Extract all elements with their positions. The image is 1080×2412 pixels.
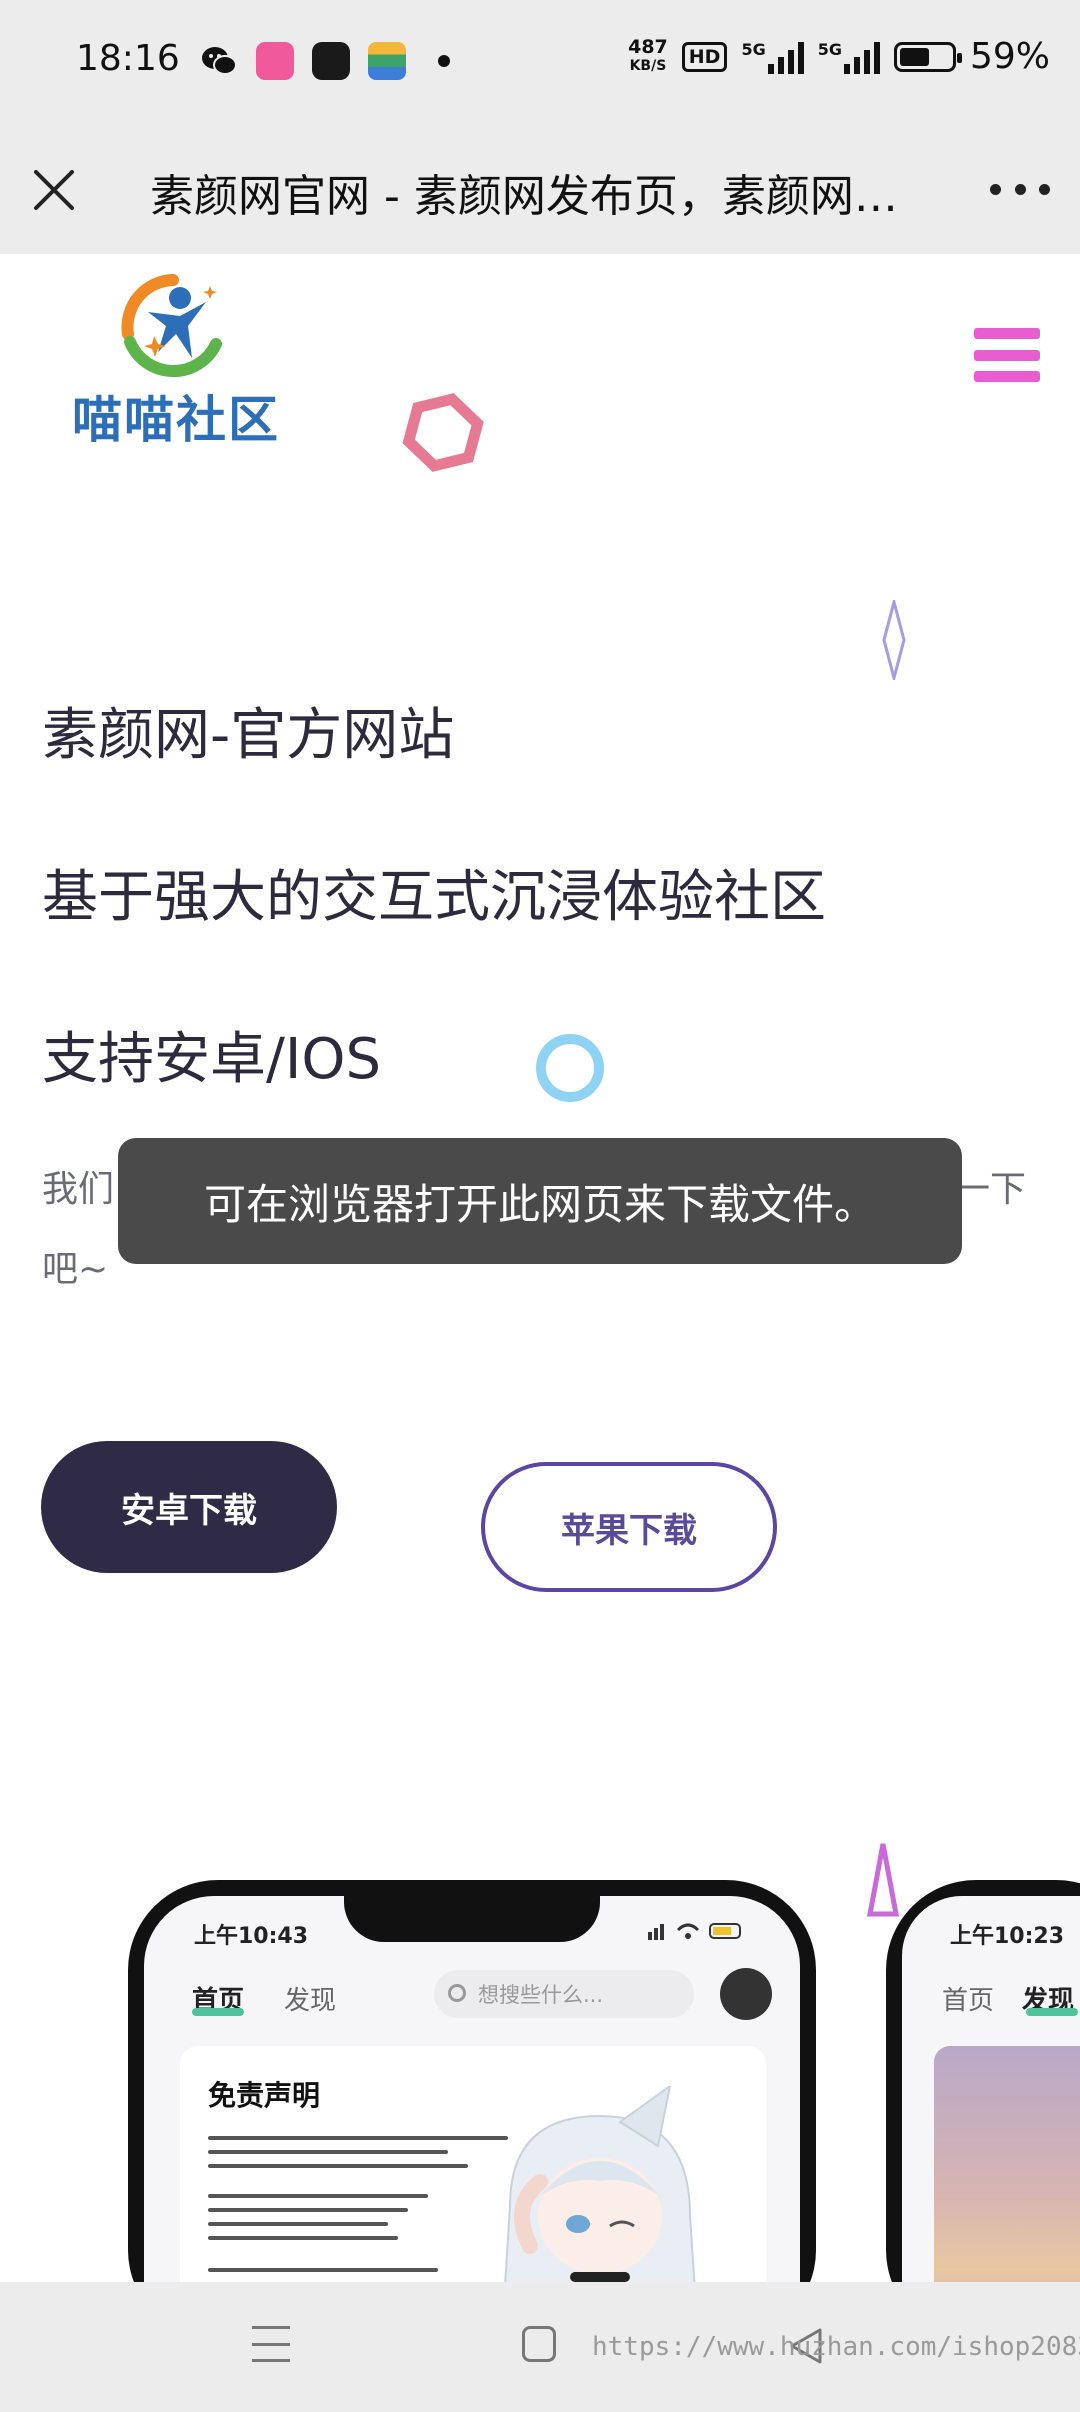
hero-title: 素颜网-官方网站 xyxy=(42,703,455,768)
phone-time: 上午10:23 xyxy=(950,1924,1065,1949)
wechat-icon xyxy=(202,47,237,75)
close-icon[interactable] xyxy=(28,164,80,216)
hexagon-decoration-icon xyxy=(402,393,484,472)
text-line xyxy=(208,2164,468,2168)
android-download-button[interactable]: 安卓下载 xyxy=(41,1441,337,1573)
text-line xyxy=(208,2268,438,2272)
battery-icon xyxy=(893,41,962,72)
status-right: 487 KB/S HD 5G 5G 59% xyxy=(628,36,1050,77)
phone-search-field: 想搜些什么... xyxy=(434,1970,694,2018)
phone-card-title: 免责声明 xyxy=(208,2079,321,2112)
wallet-icon xyxy=(368,42,406,80)
phone-tab-discover: 发现 xyxy=(284,1986,337,2016)
phone-mockup-discover: 上午10:23 首页 发现 xyxy=(886,1880,1080,2356)
toast-message: 可在浏览器打开此网页来下载文件。 xyxy=(118,1138,962,1264)
system-nav-bar: https://www.huzhan.com/ishop20832 xyxy=(0,2282,1080,2412)
more-dot-icon xyxy=(1014,183,1026,195)
status-time: 18:16 xyxy=(76,38,180,79)
battery-percent: 59% xyxy=(969,36,1050,77)
text-line xyxy=(208,2208,408,2212)
ios-download-button[interactable]: 苹果下载 xyxy=(481,1462,777,1592)
diamond-decoration-icon xyxy=(882,600,906,680)
site-logo[interactable]: 喵喵社区 xyxy=(66,272,286,449)
phone-search-placeholder: 想搜些什么... xyxy=(478,1983,604,2007)
phone-time: 上午10:43 xyxy=(194,1924,309,1949)
text-line xyxy=(208,2194,428,2198)
more-dot-icon xyxy=(1039,183,1050,195)
hero-subtitle: 基于强大的交互式沉浸体验社区 xyxy=(42,865,826,930)
hd-icon: HD xyxy=(681,41,728,72)
status-app-icons xyxy=(200,42,450,80)
phone-notch xyxy=(344,1896,600,1942)
net-speed: 487 KB/S xyxy=(628,35,668,76)
text-line xyxy=(208,2136,508,2140)
phone-tab-underline xyxy=(192,2008,244,2016)
net-speed-value: 487 xyxy=(628,35,668,58)
signal-label: 5G xyxy=(741,39,766,59)
ring-decoration-icon xyxy=(536,1034,604,1102)
menu-bar-icon xyxy=(974,328,1040,339)
hamburger-menu-button[interactable] xyxy=(974,328,1040,382)
more-dot-icon xyxy=(990,183,1001,195)
description-end: 一下 xyxy=(953,1169,1026,1210)
video-app-icon xyxy=(312,42,350,80)
phone-mockup-home: 上午10:43 首页 发现 想搜些什么... 免责声明 xyxy=(128,1880,816,2356)
signal-label-2: 5G xyxy=(817,39,842,59)
screen: 18:16 487 KB/S HD 5G 5G 59% 素颜网官网 - 素颜网发… xyxy=(0,0,1080,2412)
browser-title-bar: 素颜网官网 - 素颜网发布页，素颜网… xyxy=(0,124,1080,254)
menu-bar-icon xyxy=(974,371,1040,382)
triangle-decoration-icon xyxy=(866,1843,900,1917)
battery-fill xyxy=(899,47,930,66)
phone-avatar xyxy=(720,1968,772,2020)
menu-bar-icon xyxy=(974,349,1040,361)
text-line xyxy=(208,2236,398,2240)
signal-icon-2: 5G xyxy=(818,40,880,74)
signal-icon: 5G xyxy=(741,39,804,74)
logo-emblem-icon xyxy=(121,274,222,378)
page-title: 素颜网官网 - 素颜网发布页，素颜网… xyxy=(150,171,898,222)
phone-tab-home: 首页 xyxy=(942,1986,995,2016)
hero-platforms: 支持安卓/IOS xyxy=(42,1027,382,1092)
text-line xyxy=(208,2222,388,2226)
logo-text: 喵喵社区 xyxy=(72,391,280,449)
watermark-text: https://www.huzhan.com/ishop20832 xyxy=(592,2332,1080,2362)
more-options-button[interactable] xyxy=(990,174,1050,204)
status-bar: 18:16 487 KB/S HD 5G 5G 59% xyxy=(0,0,1080,124)
bilibili-icon xyxy=(256,42,294,80)
home-button[interactable] xyxy=(522,2326,556,2362)
search-icon xyxy=(448,1984,466,2002)
recent-apps-button[interactable] xyxy=(252,2326,290,2362)
phone-tab-underline xyxy=(1026,2008,1078,2016)
text-line xyxy=(208,2150,448,2154)
notification-dot-icon xyxy=(438,55,450,67)
net-speed-unit: KB/S xyxy=(629,57,667,74)
phone-status-icons xyxy=(648,1923,741,1940)
description-start: 我们 xyxy=(42,1169,115,1210)
